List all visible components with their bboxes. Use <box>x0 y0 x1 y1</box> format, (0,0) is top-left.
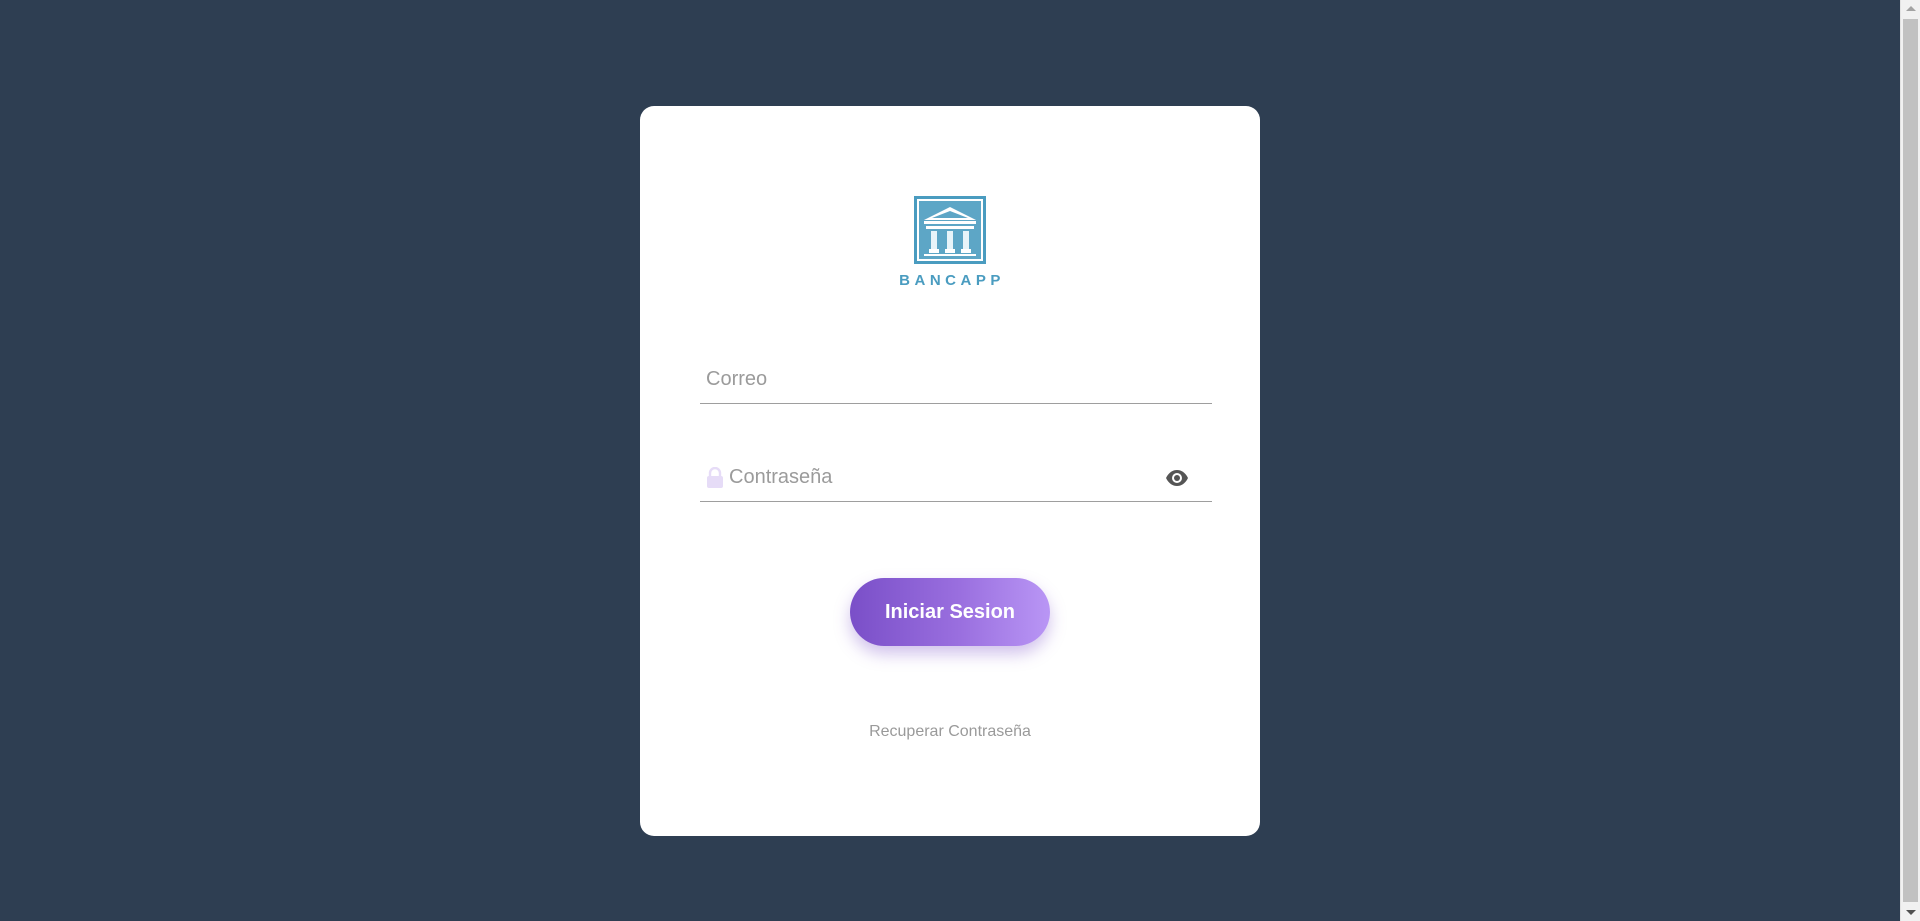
recover-password-link[interactable]: Recuperar Contraseña <box>640 723 1260 741</box>
scrollbar-thumb[interactable] <box>1903 19 1918 902</box>
brand-logo: BANCAPP <box>640 196 1260 289</box>
vertical-scrollbar[interactable] <box>1900 0 1920 921</box>
login-card: BANCAPP Iniciar Sesion Recuperar Contras… <box>640 106 1260 836</box>
eye-icon[interactable] <box>1164 465 1190 491</box>
scroll-down-arrow-icon[interactable] <box>1901 904 1920 921</box>
email-field-container <box>700 356 1212 404</box>
email-field[interactable] <box>700 356 1212 403</box>
login-button[interactable]: Iniciar Sesion <box>850 578 1050 646</box>
password-field-container <box>700 454 1212 502</box>
password-field[interactable] <box>724 454 1164 501</box>
lock-icon <box>706 466 724 489</box>
brand-name: BANCAPP <box>899 272 1005 289</box>
scroll-up-arrow-icon[interactable] <box>1901 0 1920 17</box>
bank-building-icon <box>914 196 986 264</box>
